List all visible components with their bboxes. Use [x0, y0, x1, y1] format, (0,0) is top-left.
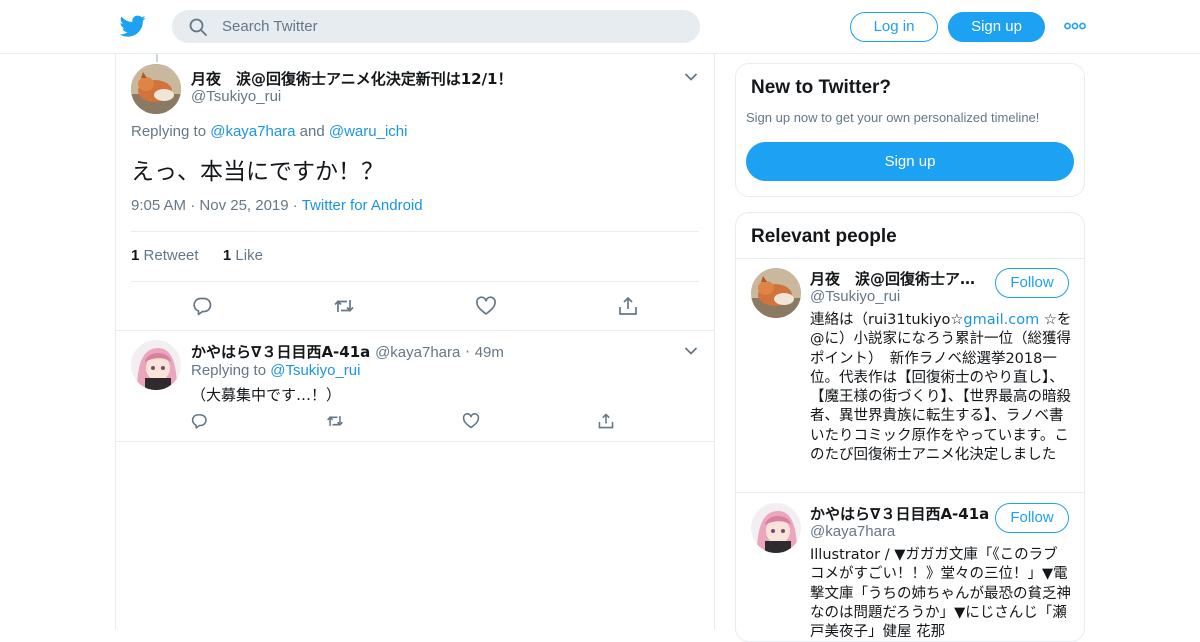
- person-name[interactable]: 月夜 涙@回復術士ア…: [810, 268, 975, 289]
- tweet-thread: 月夜 涙@回復術士アニメ化決定新刊は12/1！ @Tsukiyo_rui Rep…: [115, 54, 715, 630]
- more-options-icon[interactable]: [1064, 18, 1086, 34]
- search-icon: [189, 18, 207, 36]
- tweet-stats: 1 Retweet 1 Like: [131, 247, 263, 264]
- twitter-bird-icon[interactable]: [120, 13, 146, 39]
- chevron-down-icon[interactable]: [684, 346, 698, 356]
- author-name[interactable]: 月夜 涙@回復術士アニメ化決定新刊は12/1！: [191, 68, 513, 89]
- author-avatar[interactable]: [131, 64, 181, 114]
- person-name[interactable]: かやはら∇３日目西A-41a: [810, 503, 989, 524]
- like-count[interactable]: 1: [223, 247, 231, 264]
- divider: [116, 330, 714, 331]
- login-button[interactable]: Log in: [850, 12, 938, 42]
- like-heart-icon[interactable]: [462, 412, 480, 430]
- chevron-down-icon[interactable]: [684, 72, 698, 82]
- retweet-count[interactable]: 1: [131, 247, 139, 264]
- divider: [131, 281, 699, 282]
- follow-button[interactable]: Follow: [995, 268, 1069, 298]
- reply-author-handle[interactable]: @kaya7hara: [375, 344, 460, 361]
- tweet-metadata: 9:05 AM · Nov 25, 2019 · Twitter for And…: [131, 197, 423, 214]
- fox-avatar-image: [751, 268, 801, 318]
- bio-link[interactable]: gmail.com: [963, 312, 1039, 328]
- top-bar: Search Twitter Log in Sign up: [0, 0, 1200, 54]
- anime-avatar-image: [131, 340, 181, 390]
- person-handle[interactable]: @kaya7hara: [810, 523, 895, 540]
- search-input[interactable]: Search Twitter: [222, 18, 318, 35]
- tweet-source-link[interactable]: Twitter for Android: [302, 197, 423, 214]
- divider: [736, 492, 1084, 493]
- replying-to-line: Replying to @kaya7hara and @waru_ichi: [131, 123, 408, 140]
- anime-avatar-image: [751, 503, 801, 553]
- reply-author-name[interactable]: かやはら∇３日目西A-41a: [191, 343, 370, 361]
- like-heart-icon[interactable]: [475, 295, 497, 317]
- person-avatar[interactable]: [751, 268, 801, 318]
- relevant-people-card: Relevant people 月夜 涙@回復術士ア… @Tsukiyo_rui…: [735, 212, 1085, 642]
- share-icon[interactable]: [617, 295, 639, 317]
- fox-avatar-image: [131, 64, 181, 114]
- person-bio: 連絡は（rui31tukiyo☆gmail.com ☆を@に）小説家になろう累計…: [810, 312, 1072, 464]
- reply-icon[interactable]: [191, 295, 213, 317]
- tweet-time[interactable]: 9:05 AM: [131, 197, 186, 214]
- author-handle[interactable]: @Tsukiyo_rui: [191, 88, 281, 105]
- mention-link[interactable]: @Tsukiyo_rui: [270, 362, 360, 379]
- reply-replying-to-line: Replying to @Tsukiyo_rui: [191, 362, 361, 379]
- reply-author-avatar[interactable]: [131, 340, 181, 390]
- new-to-twitter-card: New to Twitter? Sign up now to get your …: [735, 63, 1085, 197]
- search-bar[interactable]: Search Twitter: [172, 10, 700, 43]
- tweet-text: えっ、本当にですか！？: [131, 159, 384, 185]
- reply-time[interactable]: 49m: [475, 344, 504, 361]
- reply-icon[interactable]: [190, 412, 208, 430]
- retweet-icon[interactable]: [326, 412, 344, 430]
- tweet-date[interactable]: Nov 25, 2019: [199, 197, 288, 214]
- reply-header: かやはら∇３日目西A-41a @kaya7hara · 49m: [191, 343, 504, 361]
- person-bio: Illustrator / ▼ガガガ文庫「《このラブコメがすごい！！》堂々の三位…: [810, 547, 1071, 641]
- share-icon[interactable]: [597, 412, 615, 430]
- divider: [131, 231, 699, 232]
- card-title: New to Twitter?: [751, 77, 892, 98]
- mention-link[interactable]: @waru_ichi: [329, 123, 408, 140]
- reply-text: （大募集中です…！）: [191, 386, 342, 404]
- signup-button[interactable]: Sign up: [746, 142, 1074, 181]
- mention-link[interactable]: @kaya7hara: [210, 123, 295, 140]
- retweet-stat-label[interactable]: Retweet: [144, 247, 199, 264]
- signup-button[interactable]: Sign up: [948, 12, 1045, 42]
- follow-button[interactable]: Follow: [995, 503, 1069, 533]
- divider: [736, 258, 1084, 259]
- retweet-icon[interactable]: [333, 295, 355, 317]
- thread-connector: [156, 54, 158, 62]
- card-title: Relevant people: [751, 226, 897, 247]
- person-handle[interactable]: @Tsukiyo_rui: [810, 288, 900, 305]
- divider: [116, 441, 714, 442]
- person-avatar[interactable]: [751, 503, 801, 553]
- like-stat-label[interactable]: Like: [235, 247, 263, 264]
- card-subtitle: Sign up now to get your own personalized…: [746, 110, 1040, 125]
